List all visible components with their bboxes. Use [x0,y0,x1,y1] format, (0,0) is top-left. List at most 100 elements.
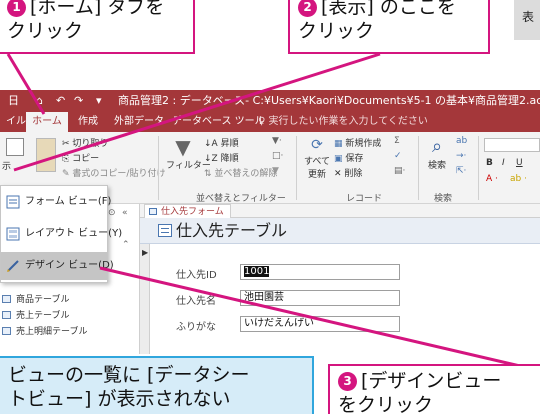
view-button[interactable]: 示 [2,136,32,176]
bold-button[interactable]: B [486,158,493,168]
refresh-all-button[interactable]: ⟳ すべて 更新 [302,136,332,180]
selection-filter-icon[interactable]: ▼· [272,136,282,146]
refresh-icon: ⟳ [311,137,323,153]
field-label-supplier-id: 仕入先ID [176,270,217,281]
screenshot-stage: 日 ⌂ ↶ ↷ ▾ 商品管理2 : データベース- C:¥Users¥Kaori… [0,0,540,414]
filter-button[interactable]: ▼ フィルター [166,135,211,180]
ribbon-separator [478,136,479,200]
new-record-button[interactable]: ▦ 新規作成 [334,136,381,149]
font-color-icon[interactable]: A · [486,174,498,184]
layout-view-icon [6,227,20,241]
current-record-icon: ▶ [142,248,149,257]
form-header-icon [158,224,172,237]
form-icon [149,208,157,215]
copy-button[interactable]: ⎘ コピー [62,151,99,164]
form-view-icon [6,195,20,209]
nav-item[interactable]: 売上テーブル [0,308,140,323]
highlight-icon[interactable]: ab · [510,174,527,184]
brush-icon: ✎ [62,169,73,179]
copy-icon: ⎘ [62,154,73,164]
document-tab-strip: 仕入先フォーム [140,204,540,218]
nav-item[interactable]: 売上明細テーブル [0,324,140,339]
tab-home[interactable]: ホーム [26,112,68,132]
customize-icon[interactable]: ▾ [96,90,102,112]
ribbon-separator [418,136,419,200]
toggle-filter-icon[interactable]: ▼ [272,166,279,176]
step-number-badge: 3 [338,372,357,391]
field-label-supplier-name: 仕入先名 [176,296,216,307]
callout-step2: 2 [表示] のここを クリック [288,0,490,54]
undo-icon[interactable]: ↶ [56,90,65,112]
save-record-button[interactable]: ▣ 保存 [334,151,363,164]
design-view-icon [7,260,19,272]
cut-button[interactable]: ✂ 切り取り [62,136,108,149]
sort-ascending-icon: ↓A [204,139,221,149]
callout-step1: 1 [ホーム] タブを クリック [0,0,195,54]
supplier-id-field[interactable]: 1001 [240,264,400,280]
delete-record-button[interactable]: ✕ 削除 [334,166,362,179]
redo-icon[interactable]: ↷ [74,90,83,112]
font-name-box[interactable] [484,138,540,152]
tab-external-data[interactable]: 外部データ [108,112,170,132]
title-bar: 日 ⌂ ↶ ↷ ▾ 商品管理2 : データベース- C:¥Users¥Kaori… [0,90,540,112]
ribbon-separator [158,136,159,200]
totals-icon[interactable]: Σ [394,136,400,146]
table-icon [2,327,11,335]
sort-descending-button[interactable]: ↓Z 降順 [204,151,239,164]
sort-descending-icon: ↓Z [204,154,221,164]
new-record-icon: ▦ [334,139,346,149]
nav-collapse-icon[interactable]: ⌃ [122,240,130,250]
table-icon [2,295,11,303]
scissors-icon: ✂ [62,139,73,149]
design-view-item[interactable]: デザイン ビュー(D) [1,252,114,280]
remove-sort-button[interactable]: ⇅ 並べ替えの解除 [204,166,277,179]
furigana-field[interactable]: いけだえんげい [240,316,400,332]
format-painter-button[interactable]: ✎ 書式のコピー/貼り付け [62,166,165,179]
delete-icon: ✕ [334,169,345,179]
step-number-badge: 1 [7,0,26,17]
sort-filter-group-label: 並べ替えとフィルター [196,194,286,204]
records-group-label: レコード [346,194,383,204]
view-dropdown-menu: フォーム ビュー(F) レイアウト ビュー(Y) デザイン ビュー(D) [0,185,122,283]
field-label-furigana: ふりがな [176,322,216,333]
supplier-name-field[interactable]: 池田園芸 [240,290,400,306]
ribbon-separator [296,136,297,200]
view-icon [6,138,24,156]
form-title: 仕入先テーブル [176,221,288,240]
step-number-badge: 2 [298,0,317,17]
magnifier-icon: ⌕ [431,136,443,157]
callout-step3: 3 [デザインビュー をクリック [328,364,540,414]
goto-icon[interactable]: →· [456,151,466,161]
paste-icon[interactable] [36,138,56,172]
find-group-label: 検索 [434,194,453,204]
form-view-item[interactable]: フォーム ビュー(F) [1,188,111,216]
funnel-icon: ▼ [175,135,191,159]
more-records-icon[interactable]: ▤· [394,166,405,176]
tab-supplier-form[interactable]: 仕入先フォーム [144,204,231,218]
tab-create[interactable]: 作成 [72,112,104,132]
find-button[interactable]: ⌕ 検索 [424,136,450,180]
shutter-bar-icon[interactable]: « [122,208,128,218]
select-icon[interactable]: ⇱· [456,166,466,176]
replace-icon[interactable]: ab [456,136,467,146]
save-icon[interactable]: ⌂ [36,90,43,112]
layout-view-item[interactable]: レイアウト ビュー(Y) [1,220,122,248]
window-title: 商品管理2 : データベース- C:¥Users¥Kaori¥Documents… [118,94,540,107]
italic-button[interactable]: I [502,158,505,168]
table-icon [2,311,11,319]
view-label: 示 [2,162,12,172]
remove-sort-icon: ⇅ [204,169,215,179]
tell-me-box[interactable]: ♀ 実行したい作業を入力してください [258,112,428,132]
advanced-filter-icon[interactable]: □· [272,151,283,161]
spelling-icon[interactable]: ✓ [394,151,402,161]
app-icon[interactable]: 日 [8,90,19,112]
note-callout: ビューの一覧に [データシー トビュー] が表示されない [0,356,314,414]
sort-ascending-button[interactable]: ↓A 昇順 [204,136,239,149]
underline-button[interactable]: U [516,158,523,168]
corner-tab: 表 [514,0,540,40]
ribbon-tabs: イル ホーム 作成 外部データ データベース ツール ♀ 実行したい作業を入力し… [0,112,540,132]
tab-database-tools[interactable]: データベース ツール [166,112,271,132]
nav-item[interactable]: 商品テーブル [0,292,140,307]
record-selector[interactable]: ▶ [140,244,150,354]
save-record-icon: ▣ [334,154,346,164]
